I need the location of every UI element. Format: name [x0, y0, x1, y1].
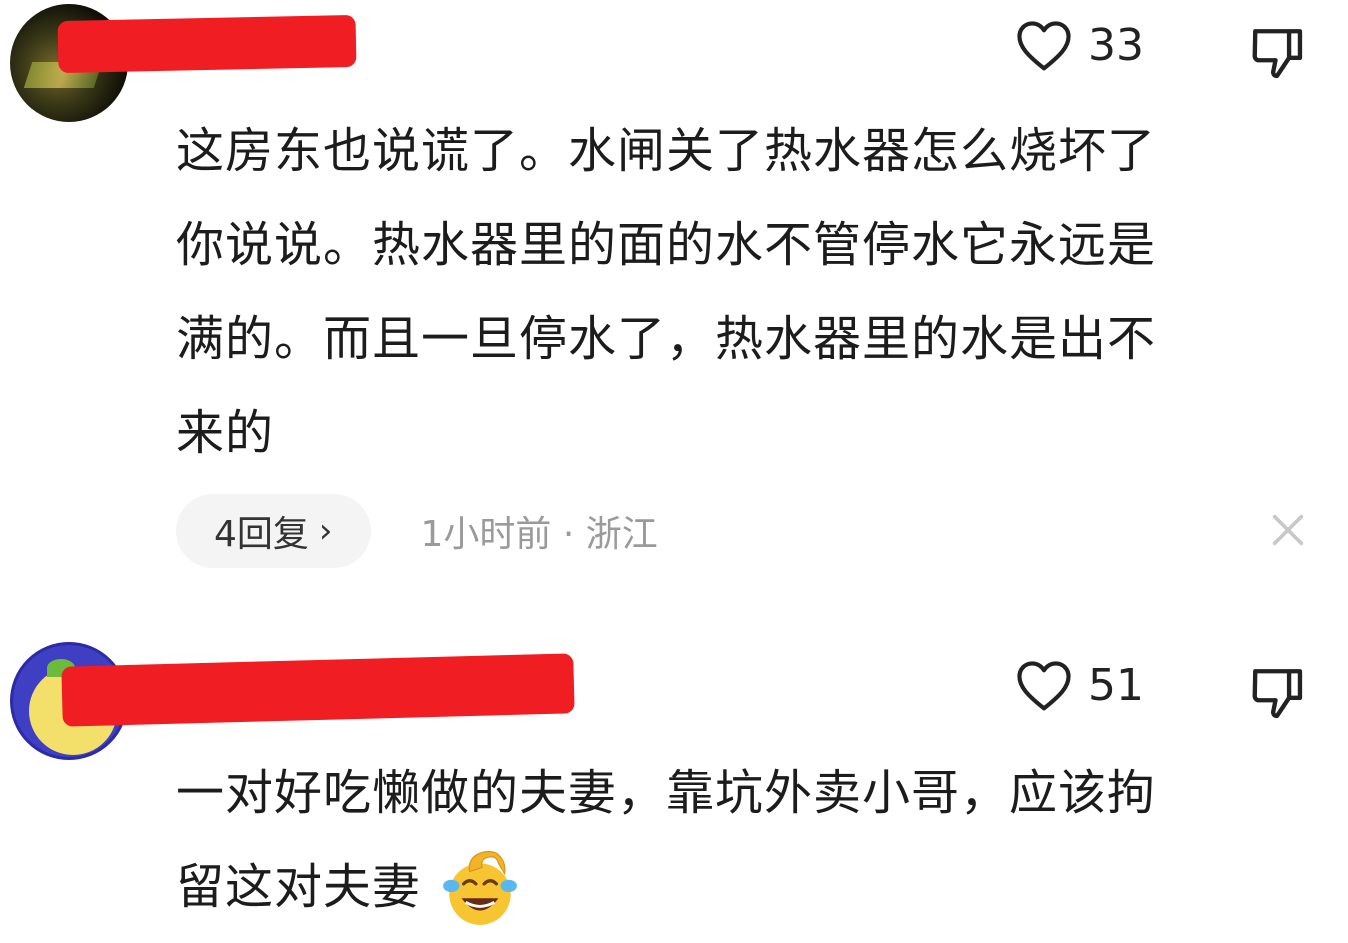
replies-label: 4回复 [214, 514, 309, 555]
comment-time: 1小时前 [420, 514, 552, 555]
close-icon[interactable] [1268, 510, 1308, 550]
like-count: 51 [1088, 659, 1144, 711]
separator: · [562, 514, 575, 555]
thumbs-down-icon[interactable] [1248, 24, 1306, 82]
redacted-username [57, 14, 357, 74]
comment-text-line: 一对好吃懒做的夫妻，靠坑外卖小哥，应该拘 [176, 765, 1157, 821]
like-count: 33 [1088, 19, 1144, 71]
comment-text-line: 你说说。热水器里的面的水不管停水它永远是 [176, 217, 1157, 273]
laughing-crying-emoji [443, 850, 518, 925]
comment-text-line: 满的。而且一旦停水了，热水器里的水是出不 [176, 311, 1157, 367]
comment-text-line: 这房东也说谎了。水闸关了热水器怎么烧坏了 [176, 123, 1157, 179]
like-button[interactable]: 51 [1014, 658, 1144, 712]
comment-text-line: 留这对夫妻 [176, 859, 422, 915]
comment-text-line-with-emoji: 留这对夫妻 [176, 840, 1316, 934]
comment-text: 这房东也说谎了。水闸关了热水器怎么烧坏了 你说说。热水器里的面的水不管停水它永远… [176, 104, 1316, 480]
time-location: 1小时前 · 浙江 [421, 505, 658, 557]
chevron-right-icon: › [318, 511, 333, 551]
comment-item: 33 这房东也说谎了。水闸关了热水器怎么烧坏了 你说说。热水器里的面的水不管停水… [0, 0, 1348, 600]
like-button[interactable]: 33 [1014, 18, 1144, 72]
comment-meta: 4回复 › 1小时前 · 浙江 [176, 494, 658, 568]
comment-text: 一对好吃懒做的夫妻，靠坑外卖小哥，应该拘 留这对夫妻 [176, 746, 1316, 934]
comment-item: 51 一对好吃懒做的夫妻，靠坑外卖小哥，应该拘 留这对夫妻 [0, 630, 1348, 943]
heart-outline-icon [1017, 21, 1071, 71]
thumbs-down-icon[interactable] [1248, 664, 1306, 722]
redacted-username [61, 653, 575, 727]
replies-button[interactable]: 4回复 › [176, 494, 371, 568]
heart-outline-icon [1017, 661, 1071, 711]
comment-text-line: 来的 [176, 405, 275, 461]
comment-location: 浙江 [585, 514, 658, 555]
